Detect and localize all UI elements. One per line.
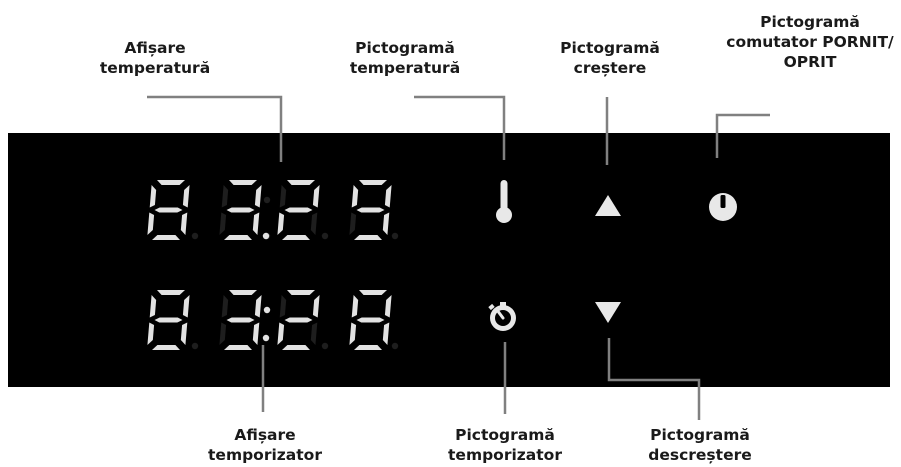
- temp-display-leader: [147, 95, 283, 162]
- temp-icon-leader: [414, 95, 506, 160]
- down-icon-leader: [607, 338, 701, 420]
- power-icon-leader: [715, 113, 770, 158]
- leader-lines: [147, 95, 770, 420]
